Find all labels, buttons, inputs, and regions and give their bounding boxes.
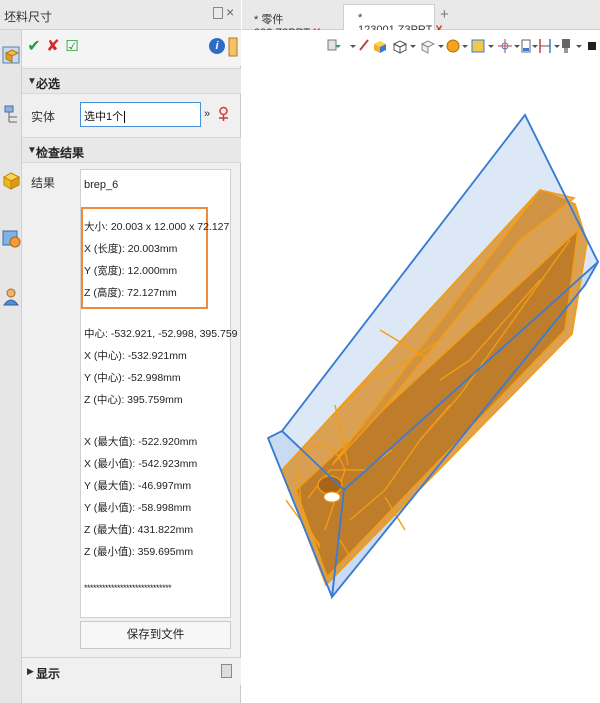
panel-title: 坯料尺寸 bbox=[4, 10, 53, 24]
panel-close-button[interactable]: × bbox=[226, 4, 234, 20]
result-x-center: X (中心): -532.921mm bbox=[84, 350, 187, 362]
result-y-width: Y (宽度): 12.000mm bbox=[84, 265, 178, 277]
pen-icon bbox=[359, 39, 369, 51]
help-icon[interactable] bbox=[228, 37, 238, 57]
chevron-down-icon[interactable]: » bbox=[204, 108, 210, 120]
entity-field[interactable]: 选中1个 bbox=[80, 102, 201, 127]
entity-field-value: 选中1个 bbox=[84, 111, 124, 123]
material-icon bbox=[446, 39, 460, 53]
ok-button[interactable]: ✔ bbox=[26, 38, 42, 56]
clear-icon[interactable] bbox=[221, 664, 232, 678]
results-section-title: 检查结果 bbox=[36, 146, 85, 160]
cancel-button[interactable]: ✘ bbox=[45, 38, 61, 56]
result-y-max: Y (最大值): -46.997mm bbox=[84, 480, 192, 492]
apply-button[interactable]: ☑ bbox=[64, 38, 80, 56]
info-icon[interactable]: i bbox=[209, 38, 225, 54]
result-z-max: Z (最大值): 431.822mm bbox=[84, 524, 194, 536]
assembly-icon[interactable] bbox=[1, 170, 22, 192]
display-section-header[interactable]: ▶ 显示 bbox=[22, 657, 241, 685]
part-model-graphic[interactable] bbox=[242, 60, 600, 703]
result-size: 大小: 20.003 x 12.000 x 72.127 bbox=[84, 221, 230, 233]
view-toolbar bbox=[242, 30, 600, 60]
lamp-icon bbox=[562, 39, 570, 53]
panel-titlebar: 坯料尺寸 × bbox=[0, 0, 241, 30]
result-x-max: X (最大值): -522.920mm bbox=[84, 436, 198, 448]
save-to-file-button[interactable]: 保存到文件 bbox=[80, 621, 231, 649]
section-icon bbox=[521, 39, 531, 53]
result-z-min: Z (最小值): 359.695mm bbox=[84, 546, 194, 558]
result-y-min: Y (最小值): -58.998mm bbox=[84, 502, 192, 514]
document-tabbar: * 零件002.Z3PRTX * 123001.Z3PRTX + bbox=[242, 0, 600, 39]
display-section-title: 显示 bbox=[36, 667, 61, 681]
view-manager-icon[interactable] bbox=[1, 228, 22, 250]
result-label: 结果 bbox=[31, 176, 56, 190]
axis-icon bbox=[498, 39, 512, 53]
result-body-name: brep_6 bbox=[84, 179, 119, 191]
cube-outline-icon bbox=[420, 40, 436, 54]
tab-part002[interactable]: * 零件002.Z3PRTX bbox=[254, 4, 344, 39]
user-icon[interactable] bbox=[1, 286, 22, 308]
results-section-header[interactable]: ▼ 检查结果 bbox=[22, 137, 241, 163]
stop-icon bbox=[588, 42, 596, 50]
side-icon-strip bbox=[0, 30, 22, 703]
result-x-length: X (长度): 20.003mm bbox=[84, 243, 178, 255]
cube-shaded-icon bbox=[374, 41, 386, 53]
cube-wire-icon bbox=[392, 40, 408, 54]
blank-size-panel: 坯料尺寸 × ✔ ✘ ☑ i ▼ 必选 实体 选中1个 » ▼ 检查结果 结果 … bbox=[0, 0, 241, 703]
view-toolbar-icons[interactable] bbox=[326, 36, 596, 56]
result-separator: ***************************** bbox=[84, 583, 172, 593]
pin-icon[interactable] bbox=[213, 7, 223, 19]
result-x-min: X (最小值): -542.923mm bbox=[84, 458, 198, 470]
result-center: 中心: -532.921, -52.998, 395.759 bbox=[84, 328, 238, 340]
result-textbox[interactable]: brep_6 大小: 20.003 x 12.000 x 72.127 X (长… bbox=[80, 169, 238, 618]
tab-123001[interactable]: * 123001.Z3PRTX bbox=[343, 4, 443, 36]
filter-icon bbox=[327, 39, 341, 51]
panel-toolbar: ✔ ✘ ☑ i bbox=[22, 30, 241, 66]
expand-arrow-icon: ▶ bbox=[27, 666, 34, 676]
part-manager-icon[interactable] bbox=[1, 44, 22, 66]
add-tab-button[interactable]: + bbox=[440, 6, 449, 23]
part-hole-through bbox=[323, 491, 341, 503]
required-section-title: 必选 bbox=[36, 77, 61, 91]
result-z-center: Z (中心): 395.759mm bbox=[84, 394, 183, 406]
render-icon bbox=[471, 39, 485, 53]
3d-viewport[interactable] bbox=[242, 60, 600, 703]
app-window: 坯料尺寸 × ✔ ✘ ☑ i ▼ 必选 实体 选中1个 » ▼ 检查结果 结果 … bbox=[0, 0, 600, 703]
required-section-header[interactable]: ▼ 必选 bbox=[22, 68, 241, 94]
result-z-height: Z (高度): 72.127mm bbox=[84, 287, 177, 299]
result-y-center: Y (中心): -52.998mm bbox=[84, 372, 181, 384]
ruler-icon bbox=[539, 39, 551, 53]
entity-label: 实体 bbox=[31, 110, 56, 124]
pick-filter-icon[interactable] bbox=[217, 106, 230, 122]
history-tree-icon[interactable] bbox=[1, 104, 22, 126]
